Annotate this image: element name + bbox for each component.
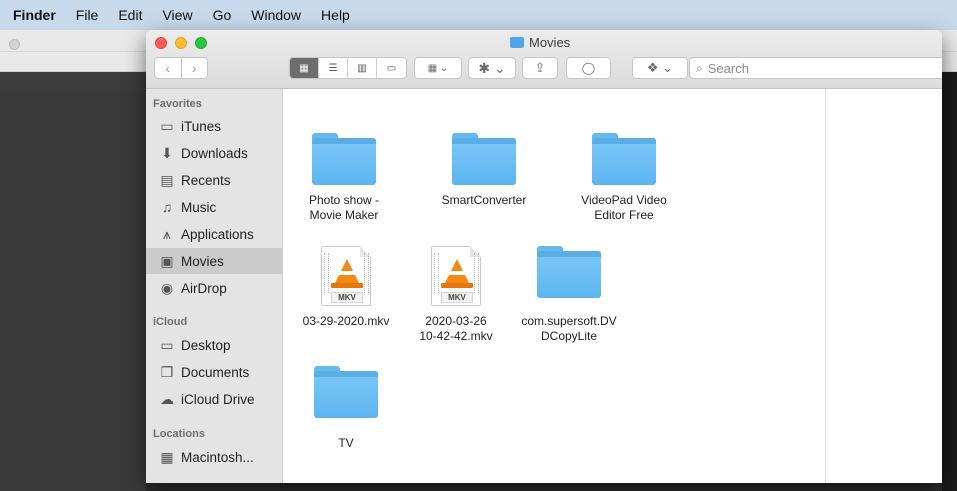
background-window-close-icon[interactable] [9, 39, 20, 50]
file-extension-label: MKV [331, 292, 363, 303]
sidebar-item-label: Downloads [181, 145, 248, 161]
close-button[interactable] [155, 37, 167, 49]
sidebar-item-airdrop[interactable]: ◉ AirDrop [146, 275, 283, 301]
sidebar-item-label: Applications [181, 226, 254, 242]
menu-go[interactable]: Go [213, 7, 232, 23]
folder-icon [592, 133, 656, 185]
menu-edit[interactable]: Edit [118, 7, 142, 23]
sidebar-item-label: Desktop [181, 337, 231, 353]
back-forward-control: ‹ › [154, 57, 208, 79]
file-item-folder[interactable]: TV [291, 366, 401, 451]
documents-icon: ❐ [160, 363, 174, 380]
vlc-mkv-file-icon: MKV [321, 246, 371, 306]
file-item-mkv[interactable]: MKV 2020-03-26 10-42-42.mkv [401, 246, 511, 344]
file-name: Photo show - Movie Maker [308, 193, 380, 222]
folder-icon [312, 133, 376, 185]
list-view-icon[interactable]: ☰ [319, 58, 348, 78]
menu-view[interactable]: View [162, 7, 192, 23]
background-window-left-area [0, 92, 146, 491]
sidebar-item-macintosh[interactable]: ▦ Macintosh... [146, 444, 283, 470]
sidebar-item-label: Macintosh... [181, 449, 254, 465]
sidebar-item-downloads[interactable]: ⬇ Downloads [146, 140, 283, 166]
folder-icon [510, 37, 524, 48]
background-window-right-area [942, 72, 957, 491]
window-title-text: Movies [529, 35, 571, 50]
icon-view-icon[interactable]: ▦ [290, 58, 319, 78]
sidebar-item-label: Music [181, 199, 217, 215]
gallery-view-icon[interactable]: ▭ [377, 58, 406, 78]
file-item-folder[interactable]: VideoPad Video Editor Free [569, 133, 679, 223]
zoom-button[interactable] [195, 37, 207, 49]
menu-finder[interactable]: Finder [13, 7, 56, 23]
sidebar-item-icloud-drive[interactable]: ☁ iCloud Drive [146, 386, 283, 412]
search-field[interactable]: ⌕ Search [689, 57, 942, 79]
sidebar-item-label: iCloud Drive [181, 391, 255, 407]
sidebar-item-applications[interactable]: ⩚ Applications [146, 221, 283, 247]
back-button[interactable]: ‹ [155, 60, 181, 76]
recents-icon: ▤ [160, 171, 174, 188]
column-view-icon[interactable]: ▥ [348, 58, 377, 78]
tags-button[interactable]: ◯ [566, 57, 611, 79]
search-placeholder: Search [707, 60, 749, 76]
dropbox-button[interactable]: ❖ ⌄ [632, 57, 688, 79]
share-button[interactable]: ⇪ [522, 57, 558, 79]
sidebar-item-label: Movies [181, 253, 224, 269]
sidebar-heading-locations: Locations [153, 428, 205, 440]
vlc-mkv-file-icon: MKV [431, 246, 481, 306]
file-name: 2020-03-26 10-42-42.mkv [419, 314, 493, 343]
harddrive-icon: ▦ [160, 448, 174, 465]
file-name: SmartConverter [441, 193, 527, 207]
menu-file[interactable]: File [76, 7, 99, 23]
menu-bar: Finder File Edit View Go Window Help [0, 0, 957, 30]
music-icon: ♫ [161, 199, 173, 215]
sidebar-item-movies[interactable]: ▣ Movies [146, 248, 283, 274]
arrange-button[interactable]: ▦ ⌄ [414, 57, 462, 79]
sidebar-item-recents[interactable]: ▤ Recents [146, 167, 283, 193]
folder-icon [537, 246, 601, 298]
sidebar-heading-favorites: Favorites [153, 98, 202, 110]
file-browser: Photo show - Movie Maker SmartConverter V… [284, 89, 942, 483]
menu-window[interactable]: Window [251, 7, 301, 23]
sidebar-heading-icloud: iCloud [153, 316, 188, 328]
desktop-icon: ▭ [160, 336, 174, 353]
file-name: VideoPad Video Editor Free [581, 193, 667, 222]
sidebar-item-documents[interactable]: ❐ Documents [146, 359, 283, 385]
titlebar: Movies ‹ › ▦ ☰ ▥ ▭ ▦ ⌄ ✱ ⌄ ⇪ ◯ ❖ ⌄ ⌕ Sea… [146, 30, 942, 89]
file-name: com.supersoft.DV DCopyLite [521, 314, 617, 343]
sidebar-item-desktop[interactable]: ▭ Desktop [146, 332, 283, 358]
file-item-folder[interactable]: com.supersoft.DV DCopyLite [514, 246, 624, 344]
download-icon: ⬇ [161, 144, 173, 161]
applications-icon: ⩚ [163, 225, 171, 242]
menu-help[interactable]: Help [321, 7, 350, 23]
window-title: Movies [510, 35, 570, 50]
cloud-icon: ☁ [160, 390, 174, 407]
folder-icon: ▭ [160, 117, 174, 134]
file-name: TV [338, 436, 354, 450]
forward-button[interactable]: › [182, 60, 208, 76]
file-name: 03-29-2020.mkv [302, 314, 390, 328]
airdrop-icon: ◉ [160, 279, 174, 296]
view-mode-control: ▦ ☰ ▥ ▭ [289, 57, 407, 79]
search-icon: ⌕ [696, 60, 703, 75]
minimize-button[interactable] [175, 37, 187, 49]
sidebar-item-label: Recents [181, 172, 231, 188]
folder-icon [452, 133, 516, 185]
sidebar-item-label: Documents [181, 364, 250, 380]
finder-window: Movies ‹ › ▦ ☰ ▥ ▭ ▦ ⌄ ✱ ⌄ ⇪ ◯ ❖ ⌄ ⌕ Sea… [146, 30, 942, 483]
file-item-mkv[interactable]: MKV 03-29-2020.mkv [291, 246, 401, 329]
preview-divider [825, 89, 826, 483]
file-item-folder[interactable]: SmartConverter [429, 133, 539, 208]
sidebar-item-label: AirDrop [181, 280, 227, 296]
sidebar: Favorites ▭ iTunes ⬇ Downloads ▤ Recents… [146, 89, 283, 483]
file-item-folder[interactable]: Photo show - Movie Maker [289, 133, 399, 223]
film-icon: ▣ [160, 252, 174, 269]
sidebar-item-itunes[interactable]: ▭ iTunes [146, 113, 283, 139]
folder-icon [314, 366, 378, 418]
action-button[interactable]: ✱ ⌄ [468, 57, 516, 79]
file-extension-label: MKV [441, 292, 473, 303]
sidebar-item-label: iTunes [181, 118, 222, 134]
sidebar-item-music[interactable]: ♫ Music [146, 194, 283, 220]
